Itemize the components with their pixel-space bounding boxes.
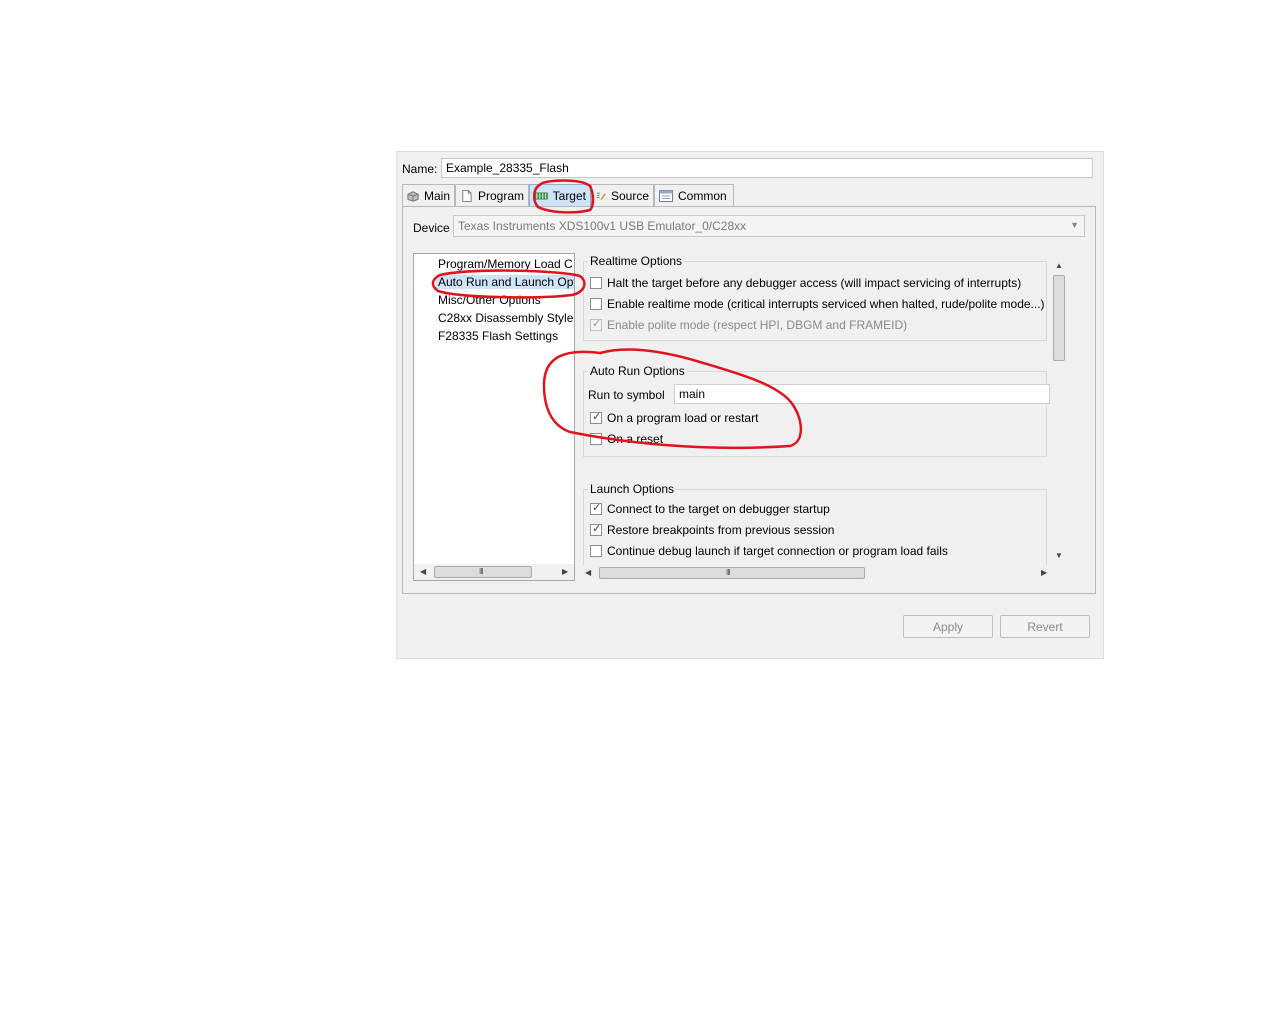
- tree-item-auto-run-launch[interactable]: Auto Run and Launch Opt: [436, 275, 574, 289]
- on-reset-option[interactable]: On a reset: [590, 432, 663, 446]
- common-window-icon: [659, 189, 673, 202]
- tab-program[interactable]: Program: [455, 184, 529, 206]
- chevron-down-icon: ▼: [1070, 220, 1079, 230]
- tab-main[interactable]: Main: [402, 184, 455, 206]
- tab-label: Main: [423, 188, 450, 203]
- name-input[interactable]: Example_28335_Flash: [441, 158, 1093, 178]
- scroll-right-icon[interactable]: ▶: [562, 567, 568, 576]
- options-pane: Realtime Options Halt the target before …: [579, 253, 1067, 581]
- checkbox[interactable]: [590, 545, 602, 557]
- scroll-left-icon[interactable]: ◀: [420, 567, 426, 576]
- continue-on-fail-option[interactable]: Continue debug launch if target connecti…: [590, 544, 948, 558]
- launch-options-title: Launch Options: [588, 482, 677, 496]
- halt-target-option[interactable]: Halt the target before any debugger acce…: [590, 276, 1021, 290]
- tab-label: Source: [610, 188, 649, 203]
- checkbox[interactable]: [590, 277, 602, 289]
- checkbox: [590, 317, 602, 331]
- scroll-grip: III: [726, 568, 731, 577]
- device-label: Device: [413, 221, 450, 235]
- target-tab-panel: Device Texas Instruments XDS100v1 USB Em…: [402, 206, 1096, 594]
- name-label: Name:: [402, 162, 438, 176]
- checkbox-label: Halt the target before any debugger acce…: [607, 276, 1022, 290]
- checkbox-label: On a program load or restart: [607, 411, 759, 425]
- checkbox-label: On a reset: [607, 432, 664, 446]
- launch-options-group: Launch Options Connect to the target on …: [583, 482, 1047, 569]
- tree-item-program-memory-load[interactable]: Program/Memory Load C: [438, 257, 573, 271]
- options-hscroll-thumb[interactable]: III: [599, 567, 865, 579]
- polite-mode-option: Enable polite mode (respect HPI, DBGM an…: [590, 317, 908, 332]
- source-lookup-icon: [596, 192, 606, 200]
- tab-common[interactable]: Common: [654, 184, 734, 206]
- checkbox[interactable]: [590, 501, 602, 515]
- launch-configuration-dialog: Name: Example_28335_Flash Main Program T…: [396, 151, 1104, 659]
- realtime-mode-option[interactable]: Enable realtime mode (critical interrupt…: [590, 297, 1045, 311]
- checkbox-label: Enable realtime mode (critical interrupt…: [607, 297, 1045, 311]
- realtime-options-group: Realtime Options Halt the target before …: [583, 254, 1047, 341]
- restore-breakpoints-option[interactable]: Restore breakpoints from previous sessio…: [590, 522, 835, 537]
- tab-label: Common: [678, 188, 727, 203]
- run-to-symbol-label: Run to symbol: [588, 388, 665, 402]
- device-value: Texas Instruments XDS100v1 USB Emulator_…: [458, 219, 747, 233]
- tree-horizontal-scrollbar[interactable]: ◀ III ▶: [414, 564, 574, 580]
- checkbox[interactable]: [590, 410, 602, 424]
- on-load-restart-option[interactable]: On a program load or restart: [590, 410, 759, 425]
- program-page-icon: [462, 189, 472, 202]
- scroll-left-icon[interactable]: ◀: [585, 568, 591, 577]
- connect-on-startup-option[interactable]: Connect to the target on debugger startu…: [590, 501, 830, 516]
- device-select[interactable]: Texas Instruments XDS100v1 USB Emulator_…: [453, 215, 1085, 237]
- checkbox-label: Restore breakpoints from previous sessio…: [607, 523, 835, 537]
- tree-scroll-thumb[interactable]: III: [434, 566, 532, 578]
- main-cube-icon: [407, 190, 419, 202]
- apply-button[interactable]: Apply: [903, 615, 993, 638]
- checkbox-label: Connect to the target on debugger startu…: [607, 502, 830, 516]
- checkbox-label: Enable polite mode (respect HPI, DBGM an…: [607, 318, 908, 332]
- checkbox-label: Continue debug launch if target connecti…: [607, 544, 948, 558]
- checkbox[interactable]: [590, 522, 602, 536]
- auto-run-options-group: Auto Run Options Run to symbol main On a…: [583, 364, 1050, 457]
- tree-item-misc-other[interactable]: Misc/Other Options: [438, 293, 541, 307]
- tree-item-disassembly-style[interactable]: C28xx Disassembly Style C: [438, 311, 574, 325]
- scroll-down-icon[interactable]: ▼: [1055, 551, 1063, 560]
- run-to-symbol-input[interactable]: main: [674, 384, 1050, 404]
- checkbox[interactable]: [590, 433, 602, 445]
- tree-item-flash-settings[interactable]: F28335 Flash Settings: [438, 329, 558, 343]
- checkbox[interactable]: [590, 298, 602, 310]
- options-vertical-scrollbar[interactable]: ▲ ▼: [1051, 261, 1067, 563]
- options-vscroll-thumb[interactable]: [1053, 275, 1065, 361]
- tab-source[interactable]: Source: [591, 184, 654, 206]
- tab-label: Program: [477, 188, 524, 203]
- scroll-right-icon[interactable]: ▶: [1041, 568, 1047, 577]
- revert-button[interactable]: Revert: [1000, 615, 1090, 638]
- tab-target[interactable]: Target: [529, 184, 591, 206]
- options-tree: Program/Memory Load C Auto Run and Launc…: [413, 253, 575, 581]
- scroll-up-icon[interactable]: ▲: [1055, 261, 1063, 270]
- options-horizontal-scrollbar[interactable]: ◀ III ▶: [583, 565, 1049, 581]
- target-board-icon: [534, 192, 548, 199]
- realtime-options-title: Realtime Options: [588, 254, 685, 268]
- tab-label: Target: [552, 188, 586, 203]
- scroll-grip: III: [479, 567, 484, 576]
- auto-run-options-title: Auto Run Options: [588, 364, 687, 378]
